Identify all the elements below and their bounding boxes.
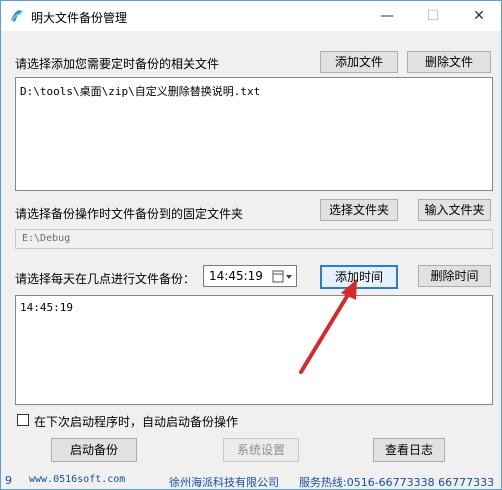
maximize-button[interactable]: ☐: [410, 1, 456, 31]
version-number: 9: [5, 474, 12, 487]
close-icon: ✕: [473, 8, 485, 24]
time-section-label: 请选择每天在几点进行文件备份：: [15, 272, 196, 286]
delete-time-button[interactable]: 删除时间: [418, 265, 491, 287]
time-picker[interactable]: 14:45:19: [203, 265, 297, 287]
add-time-button[interactable]: 添加时间: [320, 265, 398, 289]
minimize-button[interactable]: —: [364, 1, 410, 31]
files-section-label: 请选择添加您需要定时备份的相关文件: [15, 57, 220, 71]
autostart-label: 在下次启动程序时，自动启动备份操作: [34, 415, 239, 429]
select-folder-button[interactable]: 选择文件夹: [320, 199, 398, 221]
title-bar: 明大文件备份管理 — ☐ ✕: [1, 1, 501, 31]
app-window: 明大文件备份管理 — ☐ ✕ 请选择添加您需要定时备份的相关文件 添加文件 删除…: [0, 0, 502, 490]
system-settings-button[interactable]: 系统设置: [223, 438, 299, 462]
start-backup-button[interactable]: 启动备份: [51, 438, 137, 462]
service-hotline: 服务热线:0516-66773338 66777333: [299, 476, 495, 489]
website-link[interactable]: www.0516soft.com: [29, 474, 125, 485]
file-list-item[interactable]: D:\tools\桌面\zip\自定义删除替换说明.txt: [20, 83, 260, 99]
time-picker-value: 14:45:19: [209, 269, 263, 283]
company-name: 徐州海派科技有限公司: [169, 476, 279, 489]
time-list-item[interactable]: 14:45:19: [20, 301, 73, 314]
input-folder-button[interactable]: 输入文件夹: [418, 199, 491, 221]
app-logo-icon: [11, 10, 23, 22]
maximize-icon: ☐: [426, 8, 440, 24]
time-list[interactable]: 14:45:19: [15, 295, 493, 405]
folder-path-field: E:\Debug: [15, 229, 493, 249]
autostart-checkbox[interactable]: [17, 414, 29, 426]
view-log-button[interactable]: 查看日志: [373, 438, 445, 462]
folder-section-label: 请选择备份操作时文件备份到的固定文件夹: [15, 207, 244, 221]
window-title: 明大文件备份管理: [31, 11, 128, 25]
delete-file-button[interactable]: 删除文件: [407, 51, 491, 73]
minimize-icon: —: [380, 8, 394, 24]
close-button[interactable]: ✕: [456, 1, 502, 31]
file-list[interactable]: D:\tools\桌面\zip\自定义删除替换说明.txt: [15, 77, 493, 191]
add-file-button[interactable]: 添加文件: [320, 51, 398, 73]
calendar-dropdown-icon[interactable]: [272, 270, 294, 284]
